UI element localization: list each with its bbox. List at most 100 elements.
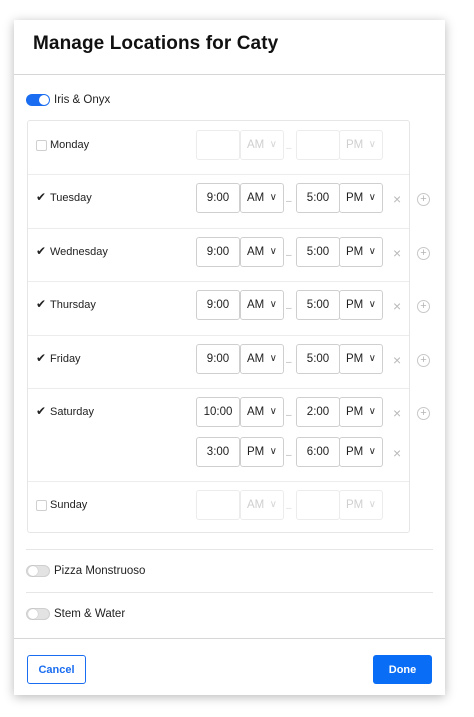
end-time-input[interactable]: 5:00 [296,183,340,213]
close-icon[interactable]: × [393,299,401,313]
day-row-friday: ✔ Friday 9:00 AM ∨ –5:00 PM ∨ × + [28,335,430,388]
end-period-value: PM [346,499,364,511]
range-separator: – [286,410,292,421]
start-period-select[interactable]: AM ∨ [240,237,284,267]
day-separator [28,388,409,389]
end-period-select[interactable]: PM ∨ [339,397,383,427]
range-separator: – [286,357,292,368]
end-period-value: PM [346,246,364,258]
location-row-iris-onyx: Iris & Onyx [26,90,110,110]
chevron-down-icon: ∨ [368,139,376,150]
day-label: Monday [50,139,90,151]
start-time-input[interactable]: 9:00 [196,183,240,213]
close-icon[interactable]: × [393,192,401,206]
day-checkbox[interactable]: ✔ [36,405,47,417]
location-toggle[interactable] [26,608,50,620]
schedule-panel: Monday AM ∨ – PM ∨ ✔ Tuesday 9:00 AM ∨ –5:00 PM ∨ × + ✔ W… [27,120,430,534]
divider [26,549,433,550]
start-time-input[interactable]: 10:00 [196,397,240,427]
location-label: Pizza Monstruoso [54,565,146,577]
end-time-input [296,130,340,160]
end-period-select[interactable]: PM ∨ [339,237,383,267]
day-separator [28,481,409,482]
end-time-input[interactable]: 5:00 [296,290,340,320]
plus-circle-icon[interactable]: + [417,407,430,420]
start-period-select[interactable]: AM ∨ [240,290,284,320]
chevron-down-icon: ∨ [269,246,277,257]
end-period-value: PM [346,299,364,311]
end-period-value: PM [346,446,364,458]
end-time-input[interactable]: 6:00 [296,437,340,467]
location-row-pizza-monstruoso: Pizza Monstruoso [26,561,145,581]
done-button[interactable]: Done [373,655,432,684]
close-icon[interactable]: × [393,446,401,460]
plus-circle-icon[interactable]: + [417,300,430,313]
start-period-value: AM [247,499,265,511]
day-row-thursday: ✔ Thursday 9:00 AM ∨ –5:00 PM ∨ × + [28,281,430,335]
day-checkbox[interactable] [36,140,47,151]
start-time-input [196,490,240,520]
day-checkbox[interactable] [36,500,47,511]
start-period-select[interactable]: AM ∨ [240,344,284,374]
start-period-select: AM ∨ [240,130,284,160]
range-separator: – [286,503,292,514]
day-label: Saturday [50,406,95,418]
end-period-select: PM ∨ [339,130,383,160]
start-period-value: AM [247,299,265,311]
chevron-down-icon: ∨ [368,246,376,257]
chevron-down-icon: ∨ [368,406,376,417]
day-separator [28,281,409,282]
day-row-wednesday: ✔ Wednesday 9:00 AM ∨ –5:00 PM ∨ × + [28,228,430,281]
close-icon[interactable]: × [393,353,401,367]
end-period-value: PM [346,406,364,418]
location-toggle[interactable] [26,565,50,577]
day-label: Wednesday [50,246,108,258]
end-period-select[interactable]: PM ∨ [339,437,383,467]
plus-circle-icon[interactable]: + [417,354,430,367]
end-period-value: PM [346,139,364,151]
end-period-select[interactable]: PM ∨ [339,290,383,320]
plus-circle-icon[interactable]: + [417,247,430,260]
day-checkbox[interactable]: ✔ [36,298,47,310]
day-checkbox[interactable]: ✔ [36,191,47,203]
close-icon[interactable]: × [393,406,401,420]
day-row-monday: Monday AM ∨ – PM ∨ [28,121,409,174]
chevron-down-icon: ∨ [269,406,277,417]
toggle-knob [28,609,38,619]
toggle-knob [28,566,38,576]
modal-header: Manage Locations for Caty [14,20,445,75]
location-toggle[interactable] [26,94,50,106]
close-icon[interactable]: × [393,246,401,260]
modal-body: Iris & Onyx Monday AM ∨ – PM ∨ ✔ Tuesday 9:00 AM ∨… [14,75,445,638]
location-label: Stem & Water [54,608,126,620]
start-period-select[interactable]: PM ∨ [240,437,284,467]
end-time-input[interactable]: 2:00 [296,397,340,427]
chevron-down-icon: ∨ [368,299,376,310]
start-time-input[interactable]: 3:00 [196,437,240,467]
end-period-select[interactable]: PM ∨ [339,183,383,213]
end-period-value: PM [346,353,364,365]
start-period-select[interactable]: AM ∨ [240,183,284,213]
end-time-input [296,490,340,520]
start-time-input[interactable]: 9:00 [196,237,240,267]
start-time-input[interactable]: 9:00 [196,290,240,320]
end-time-input[interactable]: 5:00 [296,344,340,374]
start-time-input[interactable]: 9:00 [196,344,240,374]
day-row-sunday: Sunday AM ∨ – PM ∨ [28,481,409,534]
day-label: Thursday [50,299,96,311]
range-separator: – [286,303,292,314]
chevron-down-icon: ∨ [368,499,376,510]
day-checkbox[interactable]: ✔ [36,245,47,257]
day-label: Sunday [50,499,88,511]
end-period-select[interactable]: PM ∨ [339,344,383,374]
plus-circle-icon[interactable]: + [417,193,430,206]
start-period-value: PM [247,446,265,458]
end-time-input[interactable]: 5:00 [296,237,340,267]
cancel-button[interactable]: Cancel [27,655,86,684]
location-row-stem-water: Stem & Water [26,604,125,624]
day-checkbox[interactable]: ✔ [36,352,47,364]
chevron-down-icon: ∨ [269,299,277,310]
start-period-value: AM [247,353,265,365]
start-period-select[interactable]: AM ∨ [240,397,284,427]
day-label: Tuesday [50,192,92,204]
